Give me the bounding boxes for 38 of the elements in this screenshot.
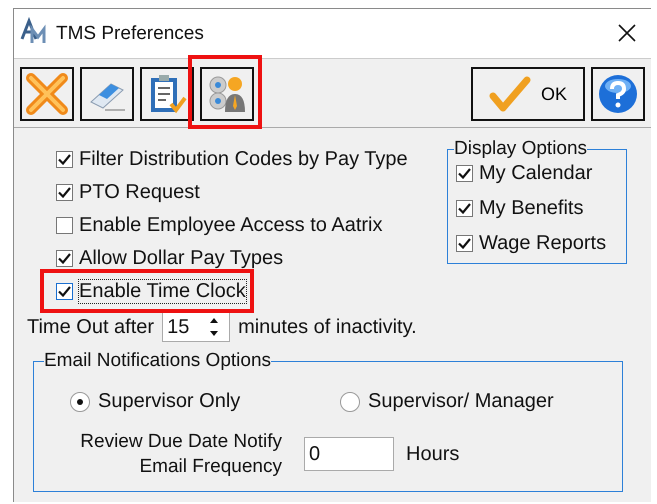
field-label: Review Due Date Notify Email Frequency	[79, 430, 282, 479]
checkbox[interactable]	[56, 216, 73, 234]
checkbox[interactable]	[56, 150, 73, 168]
ok-button[interactable]: OK	[471, 67, 585, 121]
group-title: Email Notifications Options	[44, 350, 272, 372]
radio-label: Supervisor/ Manager	[368, 390, 554, 413]
checkbox[interactable]	[56, 250, 73, 266]
checkbox[interactable]	[456, 165, 473, 182]
checkbox-label: PTO Request	[79, 180, 200, 204]
unit-label: Hours	[406, 442, 460, 466]
checkbox-label: My Benefits	[479, 197, 584, 220]
checkbox-label: Filter Distribution Codes by Pay Type	[79, 148, 408, 170]
toolbar-button[interactable]	[20, 67, 74, 121]
spin-field[interactable]: 15	[162, 312, 230, 342]
window-title: TMS Preferences	[56, 22, 205, 44]
field-label: Time Out after	[27, 316, 154, 338]
input-field[interactable]: 0	[304, 437, 394, 471]
checkbox-label: Enable Employee Access to Aatrix	[79, 214, 382, 236]
checkbox[interactable]	[456, 235, 473, 252]
checkbox-label: Wage Reports	[479, 232, 606, 255]
checkbox-label: My Calendar	[479, 162, 592, 185]
group-title: Display Options	[454, 138, 588, 160]
toolbar-button[interactable]	[80, 67, 134, 121]
checkbox[interactable]	[456, 200, 473, 217]
radio-button[interactable]	[340, 392, 360, 412]
toolbar-button[interactable]	[200, 67, 254, 121]
checkbox-label: Allow Dollar Pay Types	[79, 246, 284, 270]
checkmark-icon	[488, 74, 531, 114]
radio-label: Supervisor Only	[98, 390, 240, 413]
checkbox-label: Enable Time Clock	[79, 280, 246, 302]
checkbox[interactable]	[56, 282, 73, 300]
cross-icon	[25, 72, 69, 116]
radio-button[interactable]	[70, 392, 90, 412]
toolbar-button[interactable]	[140, 67, 194, 121]
field-label: minutes of inactivity.	[238, 316, 417, 338]
help-icon	[597, 73, 639, 115]
toolbar-button[interactable]	[591, 67, 645, 121]
checkbox[interactable]	[56, 184, 73, 200]
